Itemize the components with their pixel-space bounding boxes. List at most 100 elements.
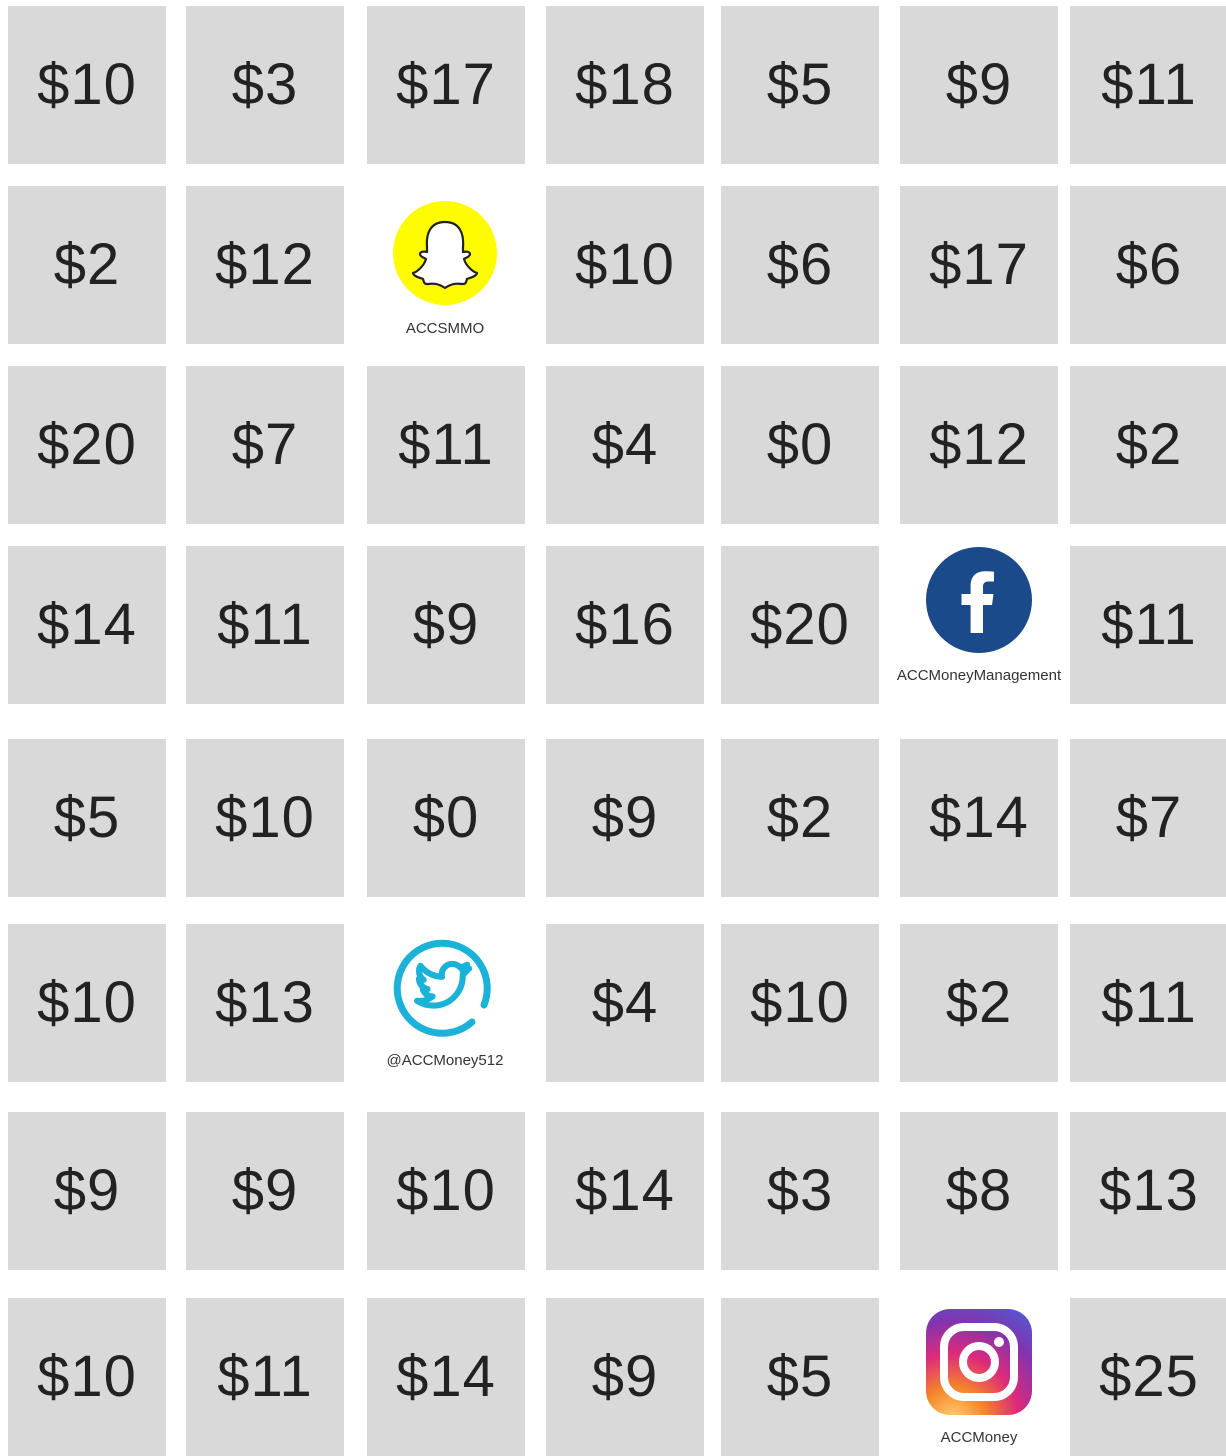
money-amount: $2 (1115, 412, 1183, 477)
money-amount: $2 (766, 785, 834, 850)
money-amount: $7 (1115, 785, 1183, 850)
money-tile: $11 (186, 546, 344, 704)
money-tile: $11 (186, 1298, 344, 1456)
money-amount: $3 (766, 1158, 834, 1223)
money-amount: $5 (53, 785, 121, 850)
money-tile: $11 (367, 366, 525, 524)
money-tile: $3 (721, 1112, 879, 1270)
money-amount: $2 (53, 232, 121, 297)
money-amount: $10 (750, 970, 850, 1035)
money-tile: $14 (8, 546, 166, 704)
money-tile: $9 (367, 546, 525, 704)
money-amount: $18 (575, 52, 675, 117)
money-amount: $20 (750, 592, 850, 657)
money-tile: $3 (186, 6, 344, 164)
facebook-card[interactable]: ACCMoneyManagement (896, 533, 1062, 691)
money-tile: $12 (186, 186, 344, 344)
facebook-handle: ACCMoneyManagement (896, 667, 1062, 684)
money-amount: $9 (945, 52, 1013, 117)
money-amount: $10 (37, 1344, 137, 1409)
money-amount: $9 (591, 1344, 659, 1409)
money-amount: $4 (591, 970, 659, 1035)
money-amount: $8 (945, 1158, 1013, 1223)
instagram-icon (926, 1309, 1032, 1415)
money-amount: $17 (929, 232, 1029, 297)
money-amount: $13 (1099, 1158, 1199, 1223)
money-amount: $10 (396, 1158, 496, 1223)
money-tile: $14 (546, 1112, 704, 1270)
money-amount: $10 (37, 52, 137, 117)
money-amount: $13 (215, 970, 315, 1035)
money-amount: $0 (412, 785, 480, 850)
money-tile: $16 (546, 546, 704, 704)
money-tile: $10 (8, 6, 166, 164)
money-amount: $11 (217, 592, 313, 657)
money-tile: $5 (721, 6, 879, 164)
money-tile: $10 (186, 739, 344, 897)
money-amount: $0 (766, 412, 834, 477)
money-tile: $5 (8, 739, 166, 897)
money-tile: $11 (1070, 546, 1226, 704)
money-amount: $11 (398, 412, 494, 477)
money-tile: $2 (8, 186, 166, 344)
money-tile: $14 (367, 1298, 525, 1456)
money-tile: $10 (367, 1112, 525, 1270)
money-amount: $10 (575, 232, 675, 297)
twitter-handle: @ACCMoney512 (386, 1052, 504, 1069)
money-tile: $0 (721, 366, 879, 524)
money-tile: $2 (721, 739, 879, 897)
money-amount: $20 (37, 412, 137, 477)
instagram-handle: ACCMoney (940, 1429, 1018, 1446)
money-tile: $20 (8, 366, 166, 524)
money-amount: $11 (217, 1344, 313, 1409)
money-tile: $13 (1070, 1112, 1226, 1270)
money-amount: $10 (215, 785, 315, 850)
money-amount: $6 (766, 232, 834, 297)
money-tile: $14 (900, 739, 1058, 897)
facebook-icon (926, 547, 1032, 653)
money-amount: $3 (231, 52, 299, 117)
money-tile: $2 (1070, 366, 1226, 524)
money-amount: $9 (591, 785, 659, 850)
money-amount: $4 (591, 412, 659, 477)
money-amount: $5 (766, 1344, 834, 1409)
money-tile: $9 (186, 1112, 344, 1270)
money-grid: ACCSMMO ACCMoneyManagement @ACCMoney512 (0, 0, 1226, 1456)
money-tile: $6 (721, 186, 879, 344)
money-tile: $9 (900, 6, 1058, 164)
money-tile: $10 (721, 924, 879, 1082)
snapchat-card[interactable]: ACCSMMO (366, 186, 524, 344)
money-tile: $9 (546, 1298, 704, 1456)
money-tile: $25 (1070, 1298, 1226, 1456)
money-amount: $14 (575, 1158, 675, 1223)
money-amount: $9 (53, 1158, 121, 1223)
money-tile: $18 (546, 6, 704, 164)
money-tile: $0 (367, 739, 525, 897)
money-tile: $4 (546, 366, 704, 524)
money-tile: $2 (900, 924, 1058, 1082)
money-amount: $11 (1101, 592, 1197, 657)
money-amount: $25 (1099, 1344, 1199, 1409)
money-tile: $4 (546, 924, 704, 1082)
money-amount: $12 (929, 412, 1029, 477)
money-amount: $17 (396, 52, 496, 117)
money-tile: $9 (546, 739, 704, 897)
money-amount: $12 (215, 232, 315, 297)
money-tile: $10 (546, 186, 704, 344)
money-tile: $7 (186, 366, 344, 524)
money-amount: $2 (945, 970, 1013, 1035)
money-tile: $11 (1070, 924, 1226, 1082)
money-tile: $13 (186, 924, 344, 1082)
money-amount: $9 (231, 1158, 299, 1223)
money-amount: $14 (37, 592, 137, 657)
money-amount: $14 (929, 785, 1029, 850)
snapchat-icon (393, 201, 497, 305)
instagram-card[interactable]: ACCMoney (900, 1295, 1058, 1453)
money-tile: $12 (900, 366, 1058, 524)
twitter-card[interactable]: @ACCMoney512 (366, 918, 524, 1076)
money-tile: $11 (1070, 6, 1226, 164)
money-amount: $6 (1115, 232, 1183, 297)
money-tile: $17 (367, 6, 525, 164)
money-amount: $7 (231, 412, 299, 477)
money-tile: $5 (721, 1298, 879, 1456)
